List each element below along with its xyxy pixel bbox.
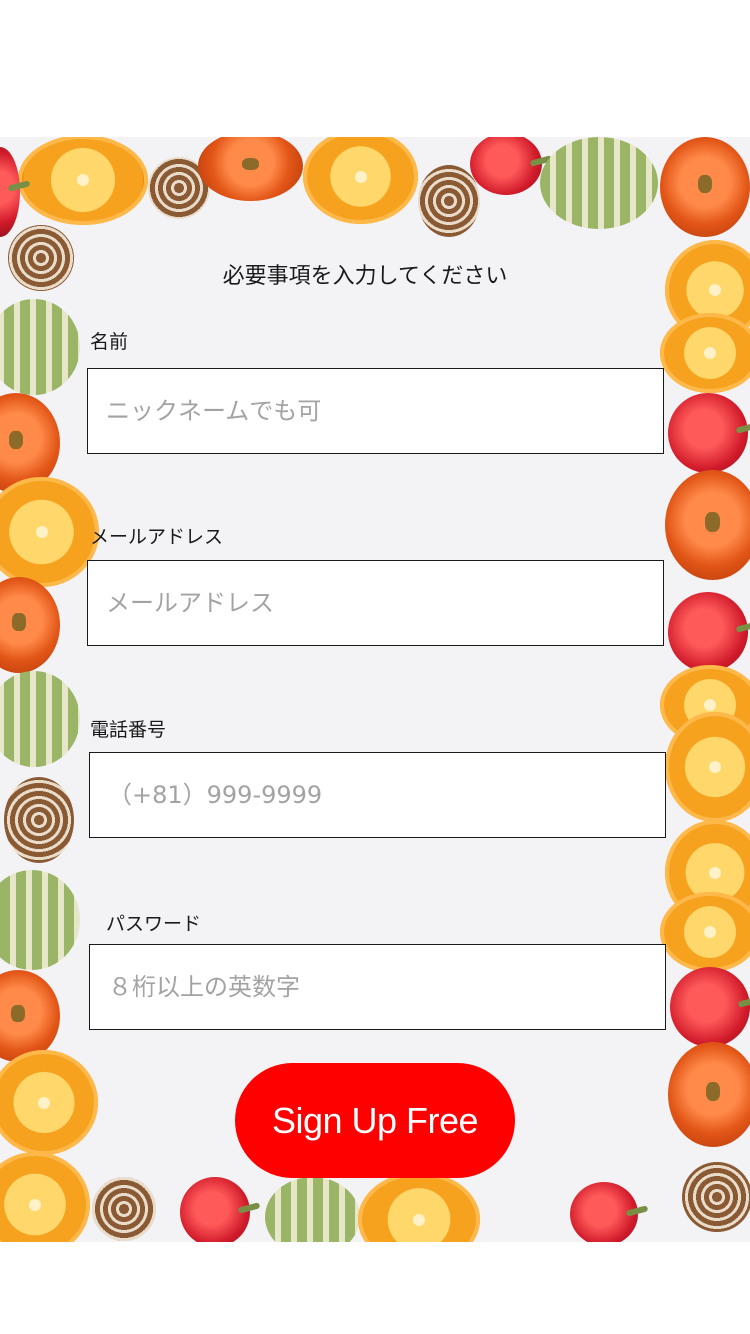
pinecone-decoration bbox=[4, 777, 74, 863]
pinecone-decoration bbox=[92, 1177, 156, 1241]
orange-slice-decoration bbox=[0, 1152, 90, 1242]
pepper-decoration bbox=[570, 1182, 638, 1242]
pumpkin-decoration bbox=[660, 137, 750, 237]
lime-decoration bbox=[0, 870, 80, 970]
password-field[interactable] bbox=[89, 944, 666, 1030]
pepper-decoration bbox=[0, 147, 20, 237]
lime-decoration bbox=[0, 671, 80, 767]
password-input[interactable] bbox=[90, 945, 665, 1029]
pepper-decoration bbox=[668, 393, 748, 473]
email-field[interactable] bbox=[87, 560, 664, 646]
orange-slice-decoration bbox=[660, 313, 750, 393]
email-label: メールアドレス bbox=[90, 526, 224, 548]
orange-slice-decoration bbox=[0, 477, 99, 587]
orange-slice-decoration bbox=[303, 137, 418, 224]
email-input[interactable] bbox=[88, 561, 663, 645]
password-label: パスワード bbox=[106, 913, 202, 935]
form-heading: 必要事項を入力してください bbox=[222, 264, 508, 289]
pepper-decoration bbox=[670, 967, 750, 1047]
pepper-decoration bbox=[180, 1177, 250, 1242]
orange-slice-decoration bbox=[665, 712, 750, 822]
orange-slice-decoration bbox=[358, 1172, 480, 1242]
pumpkin-decoration bbox=[198, 137, 303, 201]
lime-decoration bbox=[265, 1177, 360, 1242]
orange-slice-decoration bbox=[660, 892, 750, 972]
lime-decoration bbox=[540, 137, 658, 229]
pumpkin-decoration bbox=[665, 470, 750, 580]
name-input[interactable] bbox=[88, 369, 663, 453]
lime-decoration bbox=[0, 299, 80, 395]
pumpkin-decoration bbox=[668, 1042, 750, 1147]
orange-slice-decoration bbox=[0, 1050, 98, 1155]
name-field[interactable] bbox=[87, 368, 664, 454]
orange-slice-decoration bbox=[18, 137, 148, 225]
name-label: 名前 bbox=[90, 331, 129, 353]
pumpkin-decoration bbox=[0, 970, 60, 1062]
phone-input[interactable] bbox=[90, 753, 665, 837]
pepper-decoration bbox=[470, 137, 542, 195]
pepper-decoration bbox=[668, 592, 748, 672]
pumpkin-decoration bbox=[0, 577, 60, 673]
phone-field[interactable] bbox=[89, 752, 666, 838]
sign-up-button[interactable]: Sign Up Free bbox=[235, 1063, 515, 1178]
pinecone-decoration bbox=[418, 165, 480, 237]
pinecone-decoration bbox=[682, 1162, 750, 1232]
phone-label: 電話番号 bbox=[90, 719, 167, 741]
